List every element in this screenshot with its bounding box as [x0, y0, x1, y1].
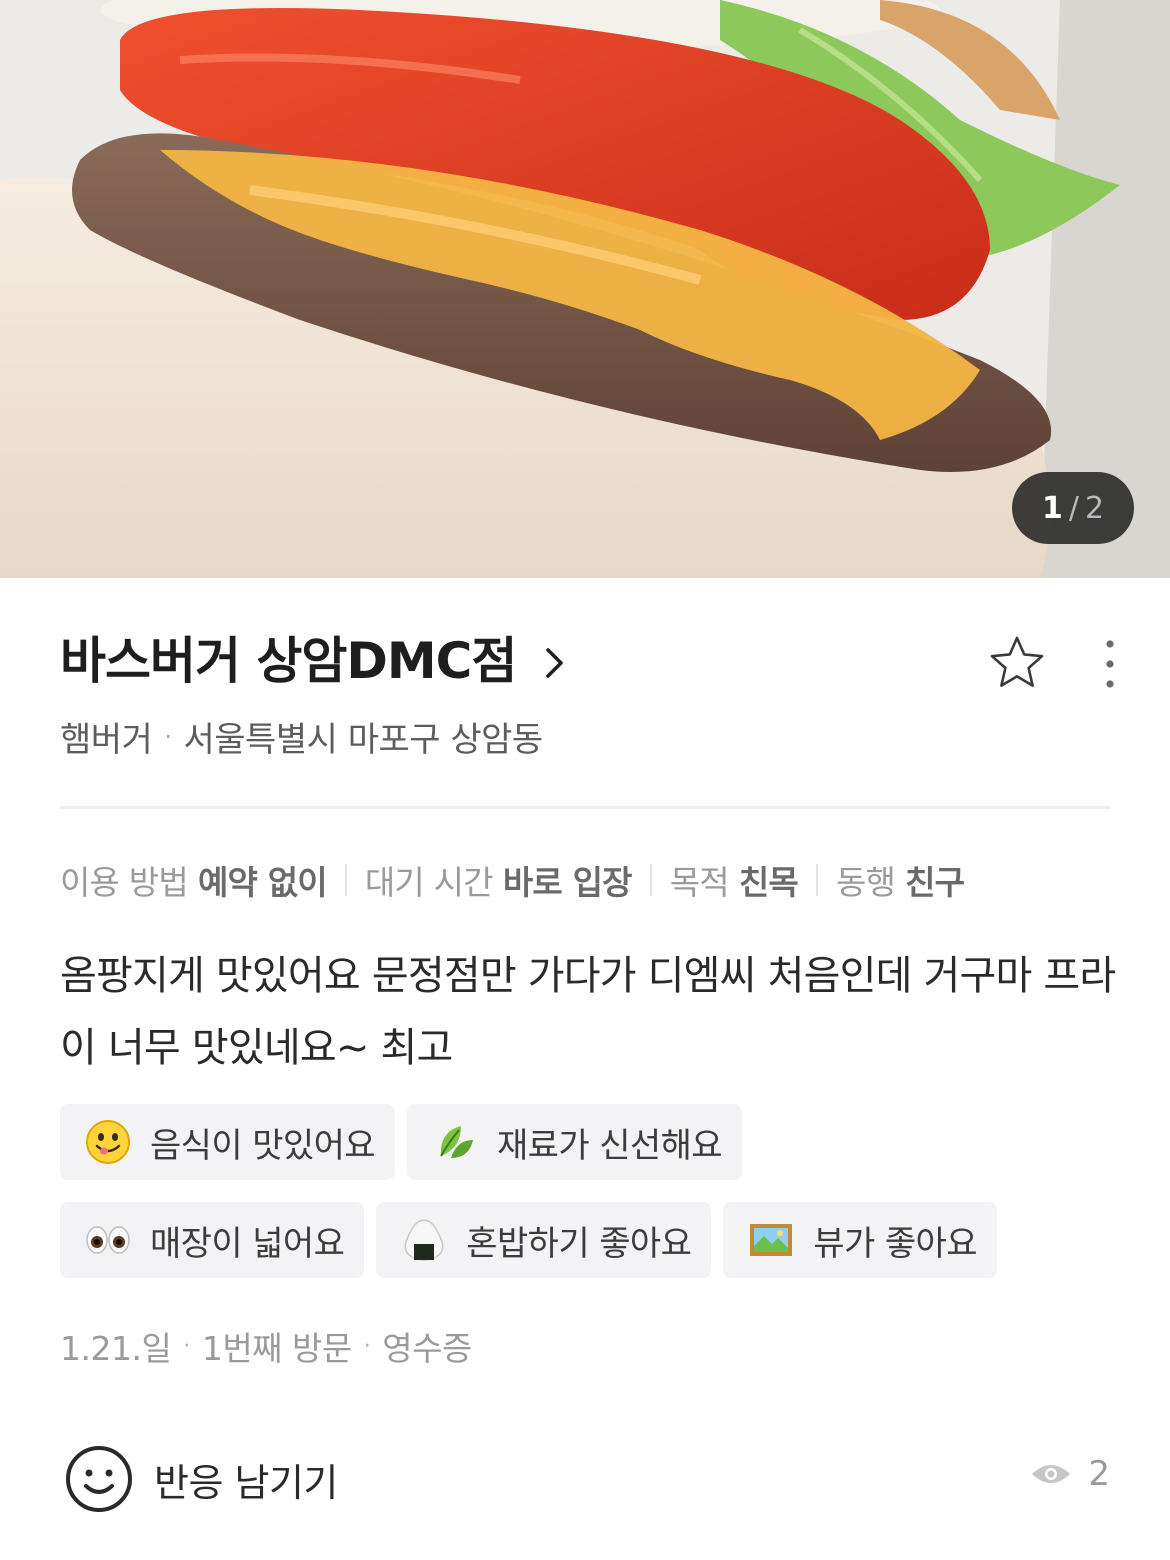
info-label-purpose: 목적	[669, 863, 730, 902]
info-label-companion: 동행	[836, 863, 896, 902]
smiley-icon	[66, 1446, 132, 1512]
keyword-chips: 음식이 맛있어요 재료가 신선해요 매장이 넓어요 혼밥하기 좋아요 뷰가 좋아…	[60, 1104, 1130, 1300]
more-options-icon[interactable]	[1092, 636, 1128, 692]
place-name: 바스버거 상암DMC점	[60, 632, 517, 690]
eye-icon	[1032, 1465, 1071, 1483]
info-separator	[344, 864, 347, 896]
view-count: 2	[1030, 1454, 1110, 1494]
photo-counter-separator: /	[1068, 490, 1079, 526]
keyword-chip: 뷰가 좋아요	[723, 1202, 997, 1278]
visit-info-line: 이용 방법 예약 없이 대기 시간 바로 입장 목적 친목 동행 친구	[60, 856, 965, 904]
keyword-label: 매장이 넓어요	[150, 1223, 345, 1264]
keyword-label: 뷰가 좋아요	[813, 1223, 977, 1264]
info-value-purpose: 친목	[738, 863, 799, 902]
reaction-label: 반응 남기기	[154, 1460, 338, 1505]
info-label-wait: 대기 시간	[364, 863, 494, 902]
info-separator	[816, 864, 818, 896]
verification-type: 영수증	[382, 1329, 472, 1368]
keyword-chip: 혼밥하기 좋아요	[376, 1202, 712, 1278]
divider	[60, 806, 1110, 809]
review-text[interactable]: 옴팡지게 맛있어요 문정점만 가다가 디엠씨 처음인데 거구마 프라이 너무 맛…	[60, 940, 1120, 1084]
star-icon[interactable]	[986, 632, 1048, 694]
keyword-chip: 매장이 넓어요	[60, 1202, 365, 1278]
separator-dot: ·	[183, 1333, 190, 1359]
keyword-label: 재료가 신선해요	[496, 1125, 723, 1166]
info-separator	[649, 864, 652, 896]
visit-date: 1.21.일	[60, 1329, 172, 1368]
rice-ball-icon	[400, 1216, 448, 1264]
info-value-wait: 바로 입장	[502, 863, 633, 902]
place-subtitle: 햄버거 · 서울특별시 마포구 상암동	[60, 712, 543, 761]
eyes-icon	[84, 1216, 132, 1264]
photo-page-counter: 1 / 2	[1012, 472, 1134, 544]
keyword-chip: 재료가 신선해요	[406, 1104, 742, 1180]
place-title-link[interactable]: 바스버거 상암DMC점	[60, 630, 566, 692]
view-count-value: 2	[1088, 1454, 1110, 1494]
place-category: 햄버거	[60, 720, 153, 760]
info-value-method: 예약 없이	[197, 863, 328, 902]
photo-counter-current: 1	[1041, 490, 1063, 526]
place-address: 서울특별시 마포구 상암동	[183, 720, 543, 760]
info-label-method: 이용 방법	[60, 863, 189, 902]
info-value-companion: 친구	[905, 863, 965, 902]
separator-dot: ·	[164, 722, 172, 751]
landscape-picture-icon	[747, 1216, 795, 1264]
visit-count: 1번째 방문	[201, 1329, 352, 1368]
separator-dot: ·	[363, 1333, 371, 1359]
burger-photo-illustration	[0, 0, 1170, 578]
keyword-label: 혼밥하기 좋아요	[466, 1223, 692, 1264]
chevron-right-icon	[546, 648, 564, 678]
leave-reaction-button[interactable]: 반응 남기기	[64, 1444, 338, 1514]
yum-face-icon	[84, 1118, 132, 1166]
keyword-label: 음식이 맛있어요	[150, 1125, 376, 1166]
keyword-chip: 음식이 맛있어요	[60, 1104, 395, 1180]
review-meta: 1.21.일 · 1번째 방문 · 영수증	[60, 1322, 472, 1370]
leaf-icon	[431, 1118, 479, 1166]
review-photo[interactable]: 1 / 2	[0, 0, 1170, 578]
photo-counter-total: 2	[1084, 490, 1105, 526]
